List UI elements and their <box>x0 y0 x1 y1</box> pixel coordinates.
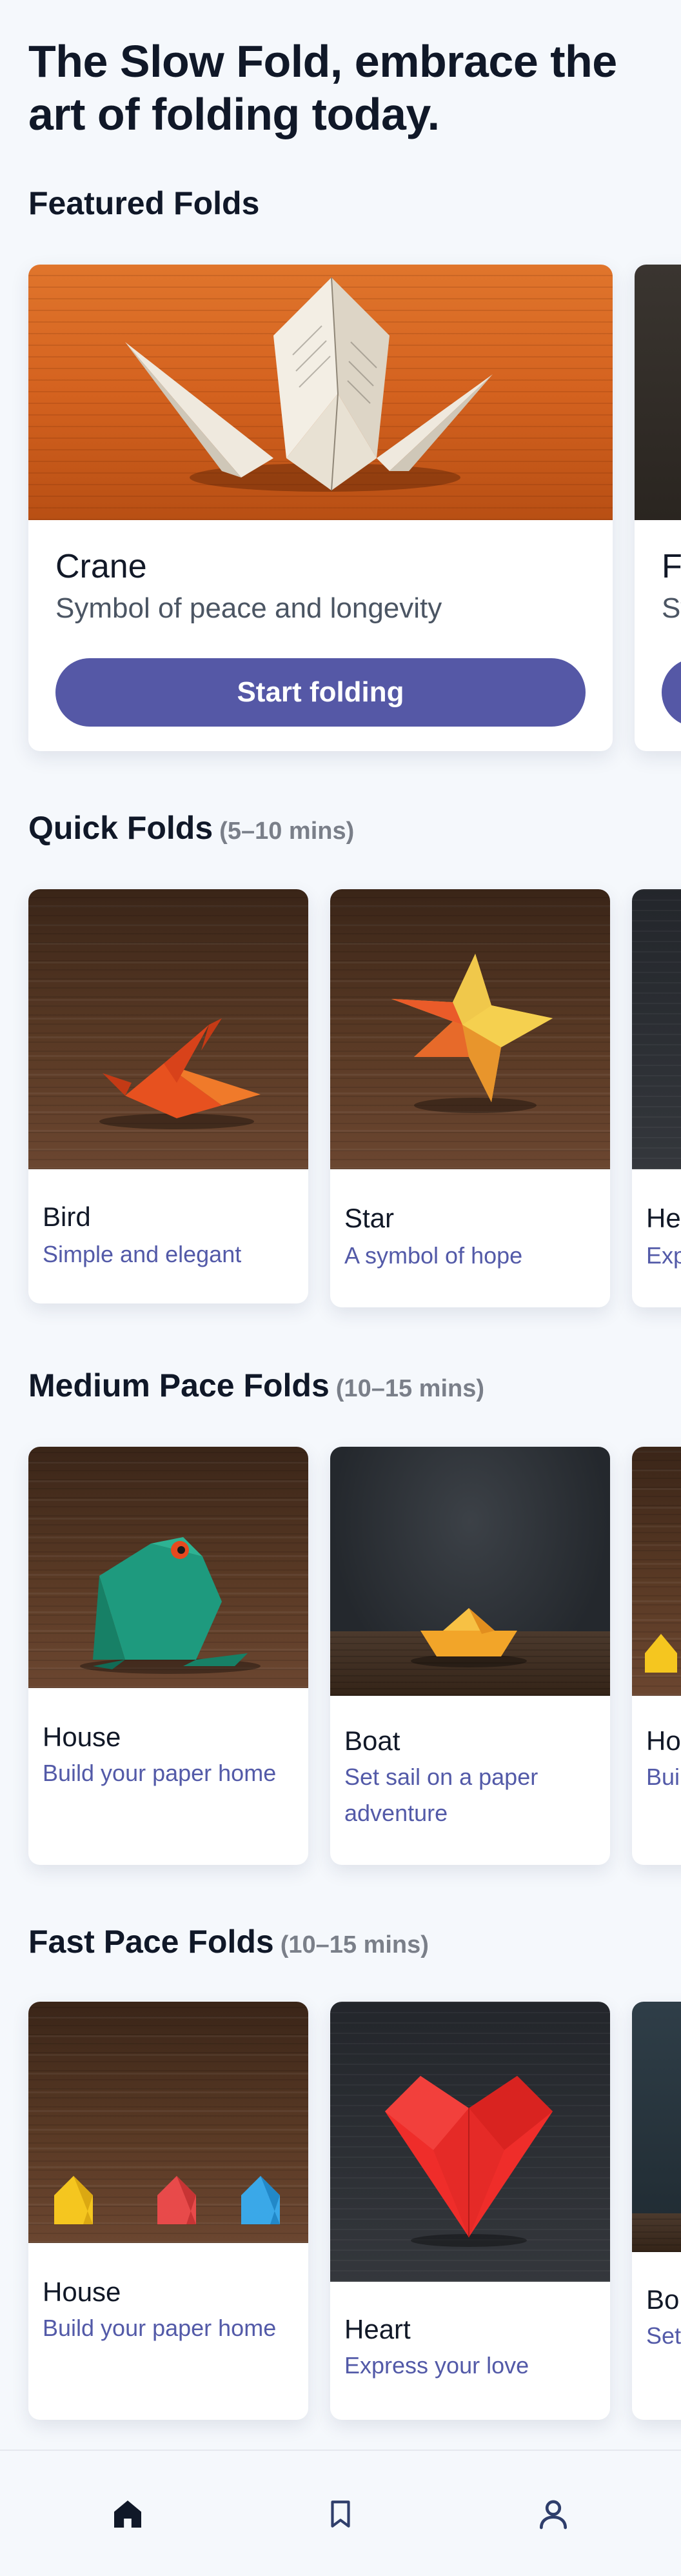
fast-card-title: Bo <box>646 2284 680 2315</box>
fast-card-tagline: Set adv <box>646 2322 681 2349</box>
boat-photo <box>330 1447 610 1696</box>
quick-section-title: Quick Folds (5–10 mins) <box>28 809 354 847</box>
crane-illustration <box>125 277 493 492</box>
fast-peek-tabletop <box>632 2213 681 2252</box>
medium-card-house[interactable]: House Build your paper home <box>28 1447 308 1865</box>
medium-row[interactable]: House Build your paper home Boat Set sai… <box>28 1447 681 1865</box>
featured-peek-button[interactable] <box>662 658 681 727</box>
featured-peek-title: F <box>662 548 681 585</box>
quick-card-star[interactable]: Star A symbol of hope <box>330 889 610 1307</box>
medium-peek-illustration <box>645 1634 677 1673</box>
medium-title: Medium Pace Folds <box>28 1367 330 1404</box>
quick-peek-photo <box>632 889 681 1169</box>
bottom-navigation <box>0 2450 681 2576</box>
heart-photo <box>330 2002 610 2282</box>
medium-card-title: Boat <box>344 1726 400 1756</box>
crane-photo <box>28 265 613 520</box>
medium-card-tagline: Bui hon <box>646 1764 681 1790</box>
fast-card-heart[interactable]: Heart Express your love <box>330 2002 610 2420</box>
bird-illustration <box>99 1018 261 1129</box>
star-photo <box>330 889 610 1169</box>
page-headline: The Slow Fold, embrace the art of foldin… <box>28 36 617 139</box>
medium-card-tagline: Set sail on a paper adventure <box>344 1764 538 1826</box>
nav-profile[interactable] <box>528 2488 579 2540</box>
frog-photo <box>28 1447 308 1688</box>
quick-row[interactable]: Bird Simple and elegant Star A symbol of… <box>28 889 681 1307</box>
quick-card-tagline: Simple and elegant <box>43 1241 242 1267</box>
quick-card-title: He <box>646 1203 681 1233</box>
medium-card-title: Ho <box>646 1726 681 1756</box>
medium-card-boat[interactable]: Boat Set sail on a paper adventure <box>330 1447 610 1865</box>
quick-card-title: Star <box>344 1203 395 1233</box>
fast-peek-photo <box>632 2002 681 2252</box>
home-icon <box>114 2501 141 2528</box>
featured-row[interactable]: Crane Symbol of peace and longevity Star… <box>28 265 681 751</box>
nav-home[interactable] <box>102 2488 153 2540</box>
bird-photo <box>28 889 308 1169</box>
boat-illustration <box>411 1608 527 1667</box>
medium-card-peek[interactable]: Ho Bui hon <box>632 1447 681 1865</box>
featured-card-description: Symbol of peace and longevity <box>55 592 442 624</box>
fast-card-title: House <box>43 2277 121 2307</box>
fast-card-house[interactable]: House Build your paper home <box>28 2002 308 2420</box>
heart-illustration <box>385 2076 553 2247</box>
featured-card-crane[interactable]: Crane Symbol of peace and longevity Star… <box>28 265 613 751</box>
medium-peek-photo <box>632 1447 681 1696</box>
bookmark-icon <box>331 2501 350 2528</box>
featured-title: Featured Folds <box>28 185 260 221</box>
quick-card-tagline: Exp <box>646 1242 681 1269</box>
quick-duration: (5–10 mins) <box>219 818 355 845</box>
fast-duration: (10–15 mins) <box>280 1931 429 1958</box>
featured-peek-photo <box>635 265 681 520</box>
nav-saved[interactable] <box>315 2488 366 2540</box>
fast-card-peek[interactable]: Bo Set adv <box>632 2002 681 2420</box>
medium-card-title: House <box>43 1722 121 1752</box>
star-illustration <box>391 954 553 1113</box>
fast-section-title: Fast Pace Folds (10–15 mins) <box>28 1923 429 1960</box>
screen: The Slow Fold, embrace the art of foldin… <box>0 0 681 2576</box>
start-folding-button[interactable]: Start folding <box>55 658 586 727</box>
frog-illustration <box>80 1537 261 1674</box>
fast-title: Fast Pace Folds <box>28 1924 274 1960</box>
medium-section-title: Medium Pace Folds (10–15 mins) <box>28 1367 484 1404</box>
fast-row[interactable]: House Build your paper home Heart Expres… <box>28 2002 681 2420</box>
featured-card-title: Crane <box>55 548 147 585</box>
fast-card-tagline: Build your paper home <box>43 2315 277 2341</box>
quick-card-tagline: A symbol of hope <box>344 1242 523 1269</box>
quick-card-title: Bird <box>43 1202 91 1232</box>
quick-card-bird[interactable]: Bird Simple and elegant <box>28 889 308 1303</box>
fast-card-tagline: Express your love <box>344 2352 529 2379</box>
featured-peek-description: Sy <box>662 592 681 624</box>
quick-title: Quick Folds <box>28 810 213 846</box>
houses-photo <box>28 2002 308 2243</box>
featured-section-title: Featured Folds <box>28 185 259 222</box>
quick-card-peek[interactable]: He Exp <box>632 889 681 1307</box>
medium-duration: (10–15 mins) <box>335 1375 485 1402</box>
houses-illustration <box>54 2176 280 2224</box>
medium-card-tagline: Build your paper home <box>43 1760 277 1786</box>
profile-icon <box>540 2500 567 2530</box>
featured-card-peek[interactable]: F Sy <box>635 265 681 751</box>
fast-card-title: Heart <box>344 2314 411 2344</box>
